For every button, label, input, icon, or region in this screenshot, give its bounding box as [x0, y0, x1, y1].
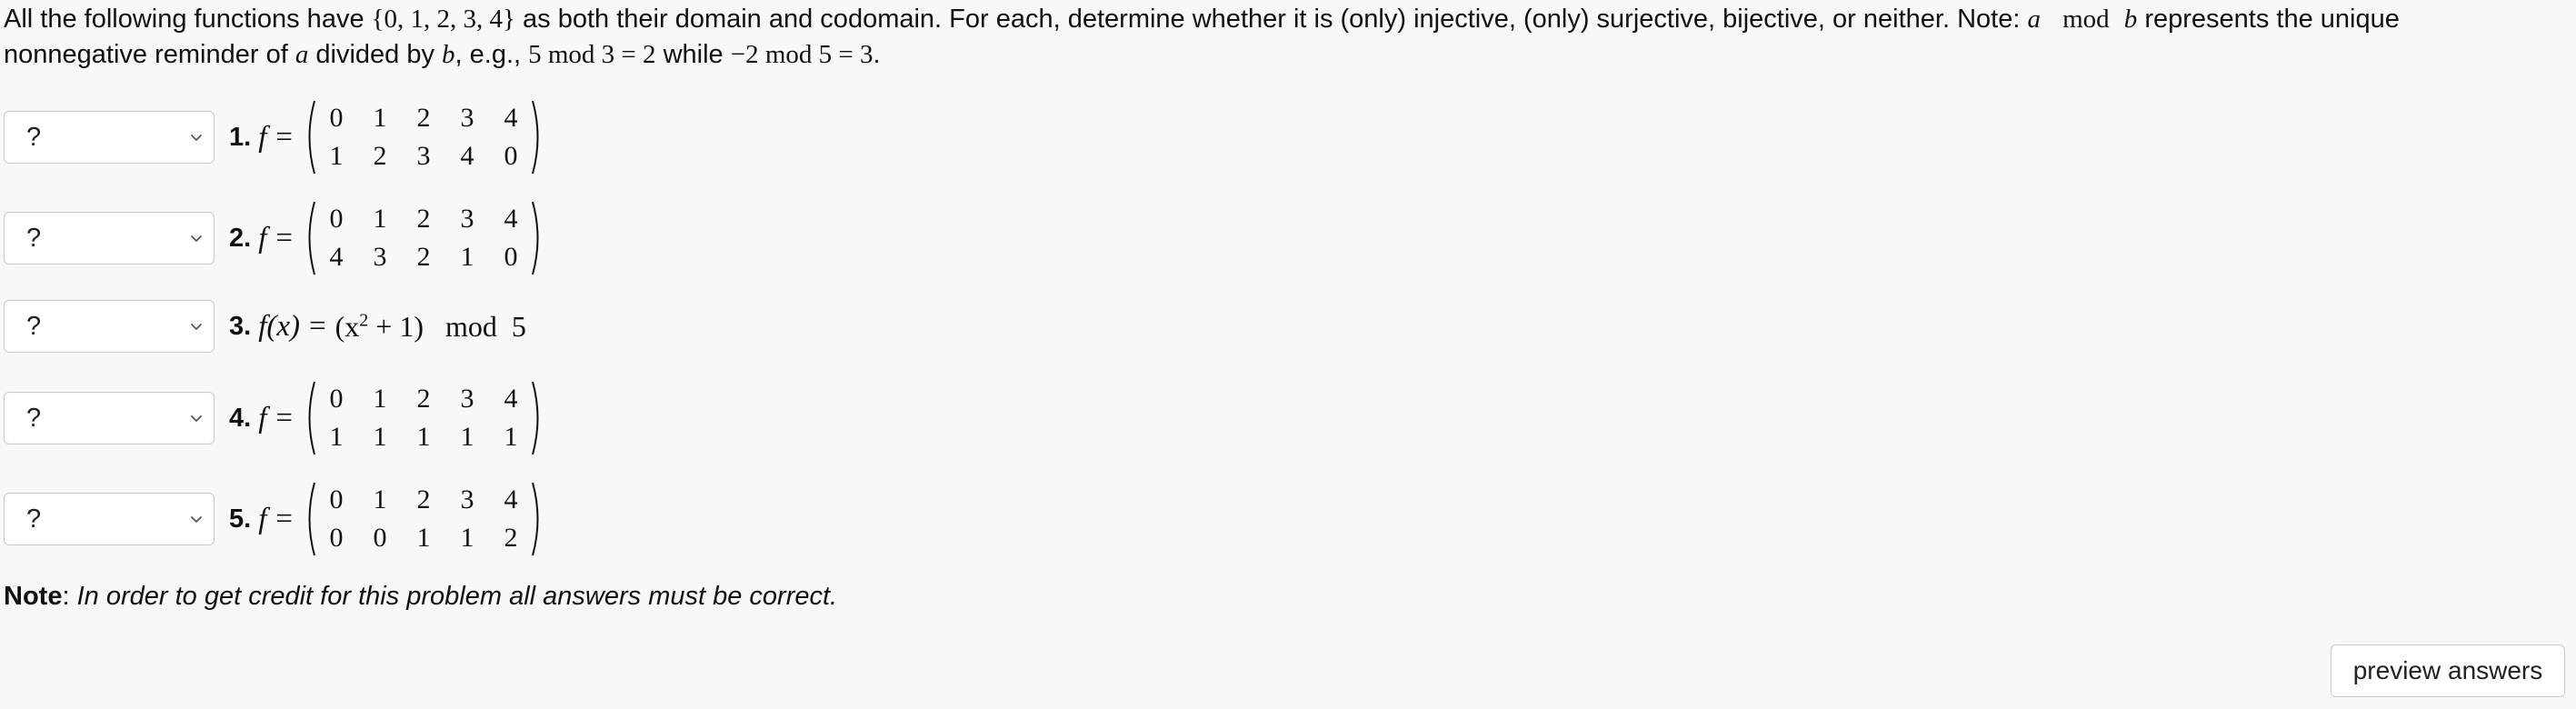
preview-answers-button[interactable]: preview answers [2331, 644, 2565, 697]
answer-select-1[interactable]: ? [4, 111, 215, 164]
mapping-matrix-2: 01234 43210 [304, 200, 544, 276]
answer-select-5[interactable]: ? [4, 493, 215, 545]
credit-note: Note: In order to get credit for this pr… [4, 582, 838, 611]
question-label-5: 5. f = 01234 00112 [229, 481, 544, 557]
chevron-down-icon [191, 324, 202, 330]
mapping-matrix-4: 01234 11111 [304, 380, 544, 456]
chevron-down-icon [191, 235, 202, 242]
question-row-1: ? 1. f = 01234 12340 [4, 100, 544, 175]
question-label-2: 2. f = 01234 43210 [229, 200, 544, 276]
example-mod-2: −2 mod 5 = 3 [730, 40, 874, 69]
answer-select-4[interactable]: ? [4, 392, 215, 444]
mapping-matrix-5: 01234 00112 [304, 481, 544, 557]
chevron-down-icon [191, 516, 202, 523]
chevron-down-icon [191, 135, 202, 141]
answer-select-2[interactable]: ? [4, 212, 215, 265]
problem-statement: All the following functions have {0, 1, … [4, 5, 2400, 69]
function-expression-3: (x2 + 1) mod 5 [334, 309, 526, 343]
mapping-matrix-1: 01234 12340 [304, 99, 544, 175]
question-label-1: 1. f = 01234 12340 [229, 99, 544, 175]
chevron-down-icon [191, 415, 202, 422]
question-row-2: ? 2. f = 01234 43210 [4, 201, 544, 275]
question-label-3: 3. f(x) = (x2 + 1) mod 5 [229, 309, 526, 343]
question-row-5: ? 5. f = 01234 00112 [4, 482, 544, 556]
domain-set: {0, 1, 2, 3, 4} [371, 5, 515, 34]
example-mod-1: 5 mod 3 = 2 [528, 40, 656, 69]
question-label-4: 4. f = 01234 11111 [229, 380, 544, 456]
answer-select-3[interactable]: ? [4, 300, 215, 353]
question-row-4: ? 4. f = 01234 11111 [4, 381, 544, 455]
question-row-3: ? 3. f(x) = (x2 + 1) mod 5 [4, 295, 526, 358]
